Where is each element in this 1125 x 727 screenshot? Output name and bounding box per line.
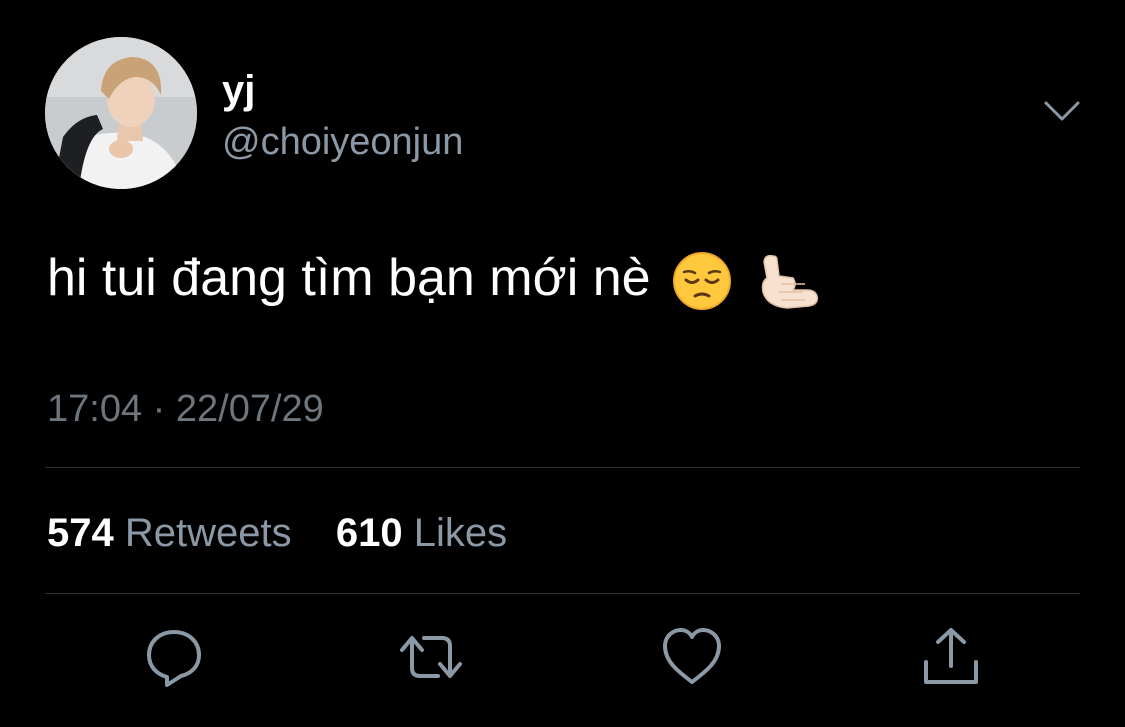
reply-icon[interactable] (141, 624, 207, 690)
likes-label: Likes (413, 511, 508, 555)
call-me-hand-emoji (762, 255, 819, 310)
heart-icon[interactable] (659, 624, 725, 690)
avatar-photo-icon (45, 37, 197, 189)
tweet-detail: yj @choiyeonjun hi tui đang tìm bạn mới … (0, 0, 1125, 727)
tweet-text: hi tui đang tìm bạn mới nè (47, 243, 823, 314)
meta-separator: · (152, 388, 166, 430)
avatar[interactable] (45, 37, 197, 189)
tweet-date: 22/07/29 (175, 388, 324, 430)
likes-count: 610 (335, 511, 403, 555)
tweet-stats: 574 Retweets 610 Likes (47, 508, 507, 558)
retweets-stat[interactable]: 574 Retweets (47, 511, 303, 555)
tweet-text-content: hi tui đang tìm bạn mới nè (47, 249, 651, 307)
tweet-timestamp[interactable]: 17:04 · 22/07/29 (47, 385, 324, 433)
user-handle[interactable]: @choiyeonjun (222, 118, 463, 166)
retweet-icon[interactable] (398, 624, 464, 690)
likes-stat[interactable]: 610 Likes (336, 511, 507, 555)
display-name[interactable]: yj (222, 66, 255, 114)
tweet-time: 17:04 (47, 388, 143, 430)
divider (45, 467, 1080, 468)
retweets-label: Retweets (124, 511, 292, 555)
retweets-count: 574 (47, 511, 114, 555)
pensive-face-emoji (673, 252, 731, 311)
chevron-down-icon[interactable] (1042, 96, 1082, 126)
divider (45, 593, 1080, 594)
share-icon[interactable] (918, 624, 984, 690)
